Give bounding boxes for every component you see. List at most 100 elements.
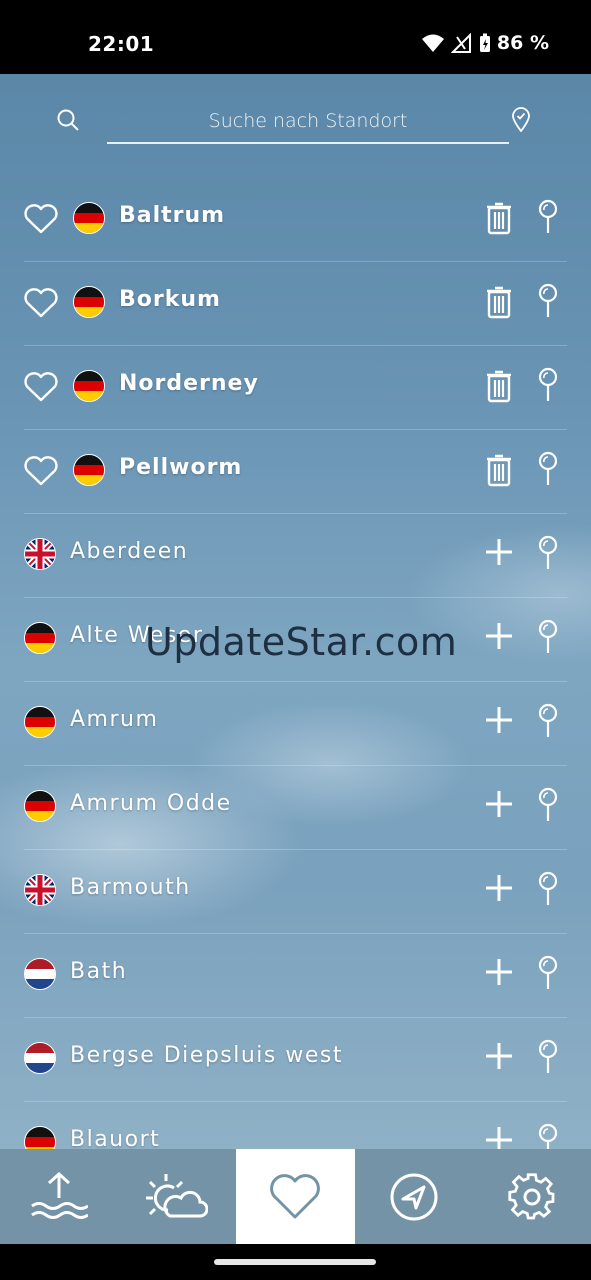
favorite-location-row[interactable]: Borkum — [24, 262, 567, 346]
search-input[interactable] — [107, 100, 509, 144]
add-icon[interactable] — [484, 873, 514, 903]
add-button[interactable] — [484, 705, 514, 739]
map-pin-icon[interactable] — [535, 955, 561, 991]
add-button[interactable] — [484, 621, 514, 655]
show-on-map-button[interactable] — [535, 367, 561, 407]
add-icon[interactable] — [484, 537, 514, 567]
map-pin-icon[interactable] — [535, 703, 561, 739]
add-button[interactable] — [484, 1041, 514, 1075]
trash-icon[interactable] — [484, 201, 514, 235]
show-on-map-button[interactable] — [535, 283, 561, 323]
flag-de — [73, 370, 105, 402]
favorite-toggle[interactable] — [24, 288, 58, 322]
wifi-icon — [421, 34, 444, 52]
tide-icon — [31, 1171, 89, 1219]
favorite-heart-icon[interactable] — [24, 204, 58, 234]
show-on-map-button[interactable] — [535, 619, 561, 659]
show-on-map-button[interactable] — [535, 787, 561, 827]
location-pin-check-icon[interactable] — [510, 106, 532, 132]
delete-button[interactable] — [484, 369, 514, 407]
nav-navigate[interactable] — [355, 1149, 473, 1244]
add-button[interactable] — [484, 957, 514, 991]
map-pin-icon[interactable] — [535, 787, 561, 823]
flag-de — [24, 706, 56, 738]
flag-de — [73, 454, 105, 486]
location-name[interactable]: Baltrum — [119, 203, 225, 228]
location-row[interactable]: Alte Weser — [24, 598, 567, 682]
location-name[interactable]: Alte Weser — [70, 623, 203, 648]
favorite-location-row[interactable]: Baltrum — [24, 178, 567, 262]
add-icon[interactable] — [484, 957, 514, 987]
flag-gb — [24, 538, 56, 570]
add-icon[interactable] — [484, 621, 514, 651]
show-on-map-button[interactable] — [535, 955, 561, 995]
add-icon[interactable] — [484, 705, 514, 735]
favorite-toggle[interactable] — [24, 372, 58, 406]
location-row[interactable]: Amrum Odde — [24, 766, 567, 850]
location-name[interactable]: Norderney — [119, 371, 259, 396]
show-on-map-button[interactable] — [535, 199, 561, 239]
add-button[interactable] — [484, 873, 514, 907]
map-pin-icon[interactable] — [535, 367, 561, 403]
trash-icon[interactable] — [484, 453, 514, 487]
status-icons: 86 % — [421, 32, 549, 54]
sun-cloud-icon — [146, 1173, 209, 1217]
nav-tides[interactable] — [0, 1149, 118, 1244]
trash-icon[interactable] — [484, 369, 514, 403]
status-bar: 22:01 86 % — [0, 0, 591, 74]
favorite-toggle[interactable] — [24, 456, 58, 490]
map-pin-icon[interactable] — [535, 451, 561, 487]
favorite-heart-icon[interactable] — [24, 288, 58, 318]
battery-icon — [479, 33, 490, 52]
map-pin-icon[interactable] — [535, 619, 561, 655]
show-on-map-button[interactable] — [535, 1039, 561, 1079]
location-list: Baltrum Borkum Norderney Pellworm Aberdeen Al… — [0, 178, 591, 1186]
favorite-toggle[interactable] — [24, 204, 58, 238]
show-on-map-button[interactable] — [535, 451, 561, 491]
add-icon[interactable] — [484, 1041, 514, 1071]
flag-de — [73, 202, 105, 234]
delete-button[interactable] — [484, 201, 514, 239]
delete-button[interactable] — [484, 453, 514, 491]
location-name[interactable]: Barmouth — [70, 875, 191, 900]
home-gesture-bar[interactable] — [214, 1259, 376, 1265]
location-row[interactable]: Aberdeen — [24, 514, 567, 598]
map-pin-icon[interactable] — [535, 199, 561, 235]
add-button[interactable] — [484, 537, 514, 571]
location-row[interactable]: Bath — [24, 934, 567, 1018]
location-name[interactable]: Amrum Odde — [70, 791, 232, 816]
location-name[interactable]: Pellworm — [119, 455, 242, 480]
nav-favorites[interactable] — [236, 1149, 355, 1244]
location-row[interactable]: Amrum — [24, 682, 567, 766]
gear-icon — [508, 1172, 555, 1219]
battery-level: 86 % — [496, 32, 549, 54]
location-name[interactable]: Amrum — [70, 707, 158, 732]
map-pin-icon[interactable] — [535, 871, 561, 907]
add-button[interactable] — [484, 789, 514, 823]
flag-nl — [24, 1042, 56, 1074]
location-name[interactable]: Bath — [70, 959, 127, 984]
show-on-map-button[interactable] — [535, 535, 561, 575]
trash-icon[interactable] — [484, 285, 514, 319]
favorite-heart-icon[interactable] — [24, 372, 58, 402]
location-row[interactable]: Bergse Diepsluis west — [24, 1018, 567, 1102]
map-pin-icon[interactable] — [535, 535, 561, 571]
show-on-map-button[interactable] — [535, 871, 561, 911]
location-name[interactable]: Borkum — [119, 287, 221, 312]
nav-weather[interactable] — [118, 1149, 236, 1244]
map-pin-icon[interactable] — [535, 283, 561, 319]
map-pin-icon[interactable] — [535, 1039, 561, 1075]
location-name[interactable]: Bergse Diepsluis west — [70, 1043, 343, 1068]
favorite-location-row[interactable]: Pellworm — [24, 430, 567, 514]
show-on-map-button[interactable] — [535, 703, 561, 743]
search-icon[interactable] — [56, 108, 80, 132]
location-row[interactable]: Barmouth — [24, 850, 567, 934]
favorite-heart-icon[interactable] — [24, 456, 58, 486]
delete-button[interactable] — [484, 285, 514, 323]
location-name[interactable]: Aberdeen — [70, 539, 188, 564]
add-icon[interactable] — [484, 789, 514, 819]
favorite-location-row[interactable]: Norderney — [24, 346, 567, 430]
nav-settings[interactable] — [473, 1149, 591, 1244]
status-time: 22:01 — [88, 32, 155, 56]
flag-gb — [24, 874, 56, 906]
